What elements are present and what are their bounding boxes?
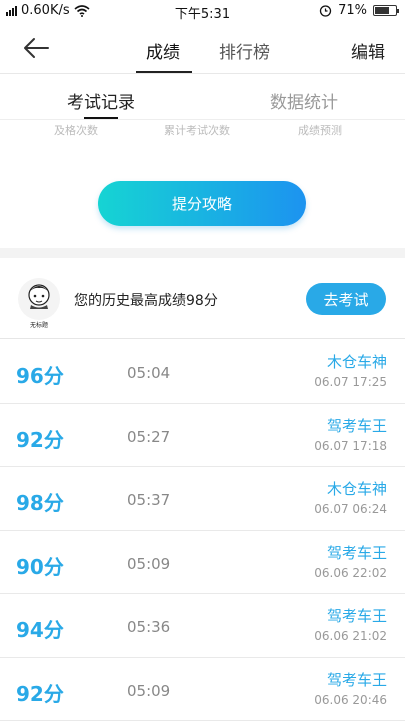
record-date: 06.06 22:02 [314, 566, 387, 580]
record-date: 06.06 21:02 [314, 629, 387, 643]
sub-tabs: 考试记录 数据统计 [0, 76, 405, 120]
total-exams-label: 累计考试次数 [164, 122, 230, 138]
record-date: 06.07 06:24 [314, 502, 387, 516]
record-date: 06.07 17:25 [314, 375, 387, 389]
record-title: 木仓车神 [327, 478, 387, 499]
top-nav: 成绩 排行榜 编辑 [0, 24, 405, 74]
status-bar: 0.60K/s 下午5:31 71% [0, 0, 405, 22]
best-score-text: 您的历史最高成绩98分 [74, 290, 218, 310]
record-duration: 05:09 [127, 682, 170, 700]
stats-labels: 及格次数 累计考试次数 成绩预测 [0, 122, 405, 138]
tab-scores[interactable]: 成绩 [146, 38, 180, 63]
avatar [18, 278, 60, 320]
record-duration: 05:04 [127, 364, 170, 382]
record-score: 96分 [16, 360, 64, 389]
battery-icon [373, 5, 397, 16]
alarm-icon [319, 4, 332, 17]
tab-data-stats[interactable]: 数据统计 [270, 88, 338, 113]
record-row[interactable]: 92分 05:27 驾考车王 06.07 17:18 [0, 404, 405, 468]
record-title: 驾考车王 [327, 542, 387, 563]
record-title: 驾考车王 [327, 415, 387, 436]
record-score: 98分 [16, 487, 64, 516]
tab-exam-records[interactable]: 考试记录 [67, 88, 135, 113]
record-title: 木仓车神 [327, 351, 387, 372]
record-row[interactable]: 96分 05:04 木仓车神 06.07 17:25 [0, 340, 405, 404]
record-date: 06.06 20:46 [314, 693, 387, 707]
take-exam-button[interactable]: 去考试 [306, 283, 386, 315]
record-duration: 05:09 [127, 555, 170, 573]
arrow-left-icon[interactable] [22, 36, 50, 60]
tab-scores-indicator [136, 71, 192, 73]
score-prediction-label: 成绩预测 [298, 122, 342, 138]
pass-count-label: 及格次数 [54, 122, 98, 138]
section-divider [0, 248, 405, 258]
record-score: 90分 [16, 551, 64, 580]
record-duration: 05:37 [127, 491, 170, 509]
cartoon-avatar-icon [18, 278, 60, 320]
best-score-row: 无标题 您的历史最高成绩98分 去考试 [0, 258, 405, 339]
record-score: 94分 [16, 614, 64, 643]
status-right: 71% [319, 3, 397, 18]
exam-record-list: 96分 05:04 木仓车神 06.07 17:25 92分 05:27 驾考车王 06.07… [0, 340, 405, 721]
record-title: 驾考车王 [327, 669, 387, 690]
score-tips-button[interactable]: 提分攻略 [98, 181, 306, 226]
record-score: 92分 [16, 678, 64, 707]
record-row[interactable]: 94分 05:36 驾考车王 06.06 21:02 [0, 594, 405, 658]
tab-ranking[interactable]: 排行榜 [219, 38, 270, 63]
record-duration: 05:27 [127, 428, 170, 446]
battery-percent: 71% [338, 3, 367, 18]
record-row[interactable]: 90分 05:09 驾考车王 06.06 22:02 [0, 531, 405, 595]
edit-button[interactable]: 编辑 [351, 38, 385, 63]
record-date: 06.07 17:18 [314, 439, 387, 453]
tab-exam-records-indicator [84, 117, 118, 119]
avatar-caption: 无标题 [30, 320, 48, 329]
record-duration: 05:36 [127, 618, 170, 636]
record-row[interactable]: 98分 05:37 木仓车神 06.07 06:24 [0, 467, 405, 531]
record-score: 92分 [16, 424, 64, 453]
record-title: 驾考车王 [327, 605, 387, 626]
record-row[interactable]: 92分 05:09 驾考车王 06.06 20:46 [0, 658, 405, 721]
